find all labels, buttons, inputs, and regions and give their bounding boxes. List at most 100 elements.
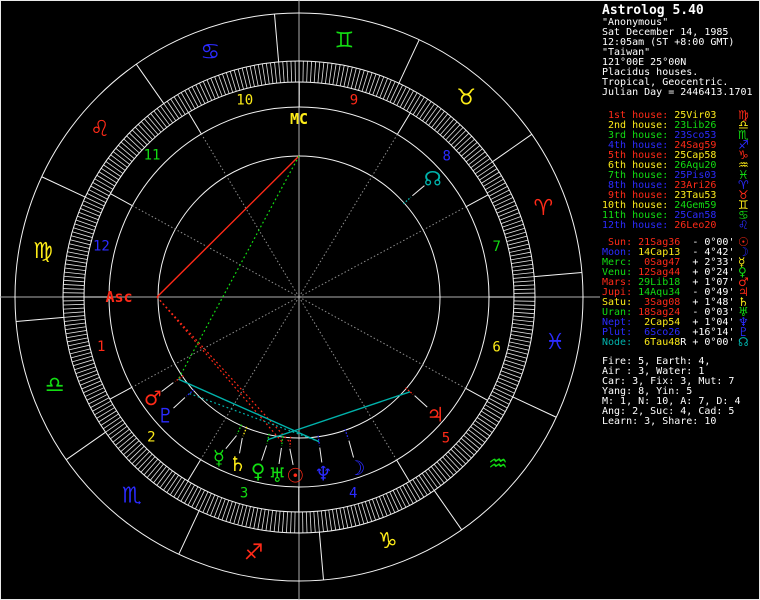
planet-degree-marker bbox=[186, 389, 195, 397]
planet-glyph-satu: ♄ bbox=[229, 452, 247, 476]
degree-tick bbox=[81, 380, 102, 390]
degree-tick bbox=[306, 61, 308, 83]
sign-boundary bbox=[534, 271, 582, 278]
degree-tick bbox=[488, 186, 508, 197]
degree-tick bbox=[491, 391, 512, 402]
planet-glyph-merc: ☿ bbox=[213, 445, 225, 469]
degree-tick bbox=[65, 330, 87, 335]
house-number-8: 8 bbox=[442, 148, 450, 164]
degree-tick bbox=[206, 79, 216, 100]
degree-tick bbox=[83, 200, 103, 210]
house-cusp-spoke bbox=[200, 133, 300, 298]
degree-tick bbox=[253, 65, 259, 86]
degree-tick bbox=[368, 500, 377, 521]
sign-boundary bbox=[135, 63, 165, 104]
degree-tick bbox=[64, 267, 86, 272]
degree-tick bbox=[477, 164, 495, 178]
degree-tick bbox=[94, 403, 113, 416]
planet-degree-marker bbox=[242, 426, 248, 437]
degree-tick bbox=[245, 66, 252, 88]
degree-tick bbox=[490, 394, 510, 405]
degree-tick bbox=[510, 251, 531, 257]
degree-tick bbox=[512, 268, 534, 272]
degree-tick bbox=[286, 61, 289, 83]
degree-tick bbox=[80, 208, 100, 217]
degree-tick bbox=[368, 73, 377, 94]
degree-tick bbox=[372, 75, 381, 96]
degree-tick bbox=[202, 493, 212, 513]
degree-tick bbox=[188, 88, 199, 108]
degree-tick bbox=[217, 498, 226, 519]
degree-tick bbox=[199, 82, 209, 103]
sign-glyph-aries: ♈ bbox=[534, 196, 554, 221]
house-number-4: 4 bbox=[349, 486, 357, 502]
degree-tick bbox=[257, 64, 263, 86]
degree-tick bbox=[68, 247, 89, 253]
degree-tick bbox=[419, 101, 432, 120]
house-cusp-segment bbox=[396, 459, 410, 482]
degree-tick bbox=[88, 394, 108, 405]
planet-glyph-sun: ☉ bbox=[286, 464, 304, 488]
house-cusp-segment bbox=[109, 386, 133, 400]
house-number-3: 3 bbox=[240, 485, 248, 501]
planet-velocity: + 0°00' bbox=[692, 337, 735, 348]
asc-label: Asc bbox=[105, 288, 132, 306]
planet-pointer-line bbox=[289, 448, 294, 465]
degree-tick bbox=[245, 506, 251, 527]
degree-tick bbox=[346, 506, 353, 528]
degree-tick bbox=[265, 63, 270, 85]
planet-pointer-line bbox=[161, 382, 174, 392]
degree-tick bbox=[371, 498, 380, 519]
degree-tick bbox=[321, 62, 325, 84]
degree-tick bbox=[66, 333, 88, 339]
degree-tick bbox=[184, 90, 196, 110]
degree-tick bbox=[269, 510, 274, 532]
degree-tick bbox=[77, 215, 98, 224]
planet-degree-marker bbox=[403, 196, 412, 205]
degree-tick bbox=[253, 507, 259, 529]
degree-tick bbox=[509, 341, 530, 347]
degree-tick bbox=[249, 66, 255, 87]
house-cusp-spoke bbox=[298, 134, 398, 298]
degree-tick bbox=[305, 511, 308, 533]
degree-tick bbox=[396, 488, 407, 508]
degree-tick bbox=[481, 410, 500, 423]
degree-tick bbox=[191, 488, 202, 508]
degree-tick bbox=[486, 182, 506, 194]
planet-degree-marker bbox=[289, 436, 292, 447]
planet-pointer-line bbox=[412, 185, 425, 197]
degree-tick bbox=[500, 216, 521, 225]
degree-tick bbox=[493, 197, 514, 207]
degree-tick bbox=[65, 326, 87, 331]
degree-tick bbox=[78, 211, 99, 221]
degree-tick bbox=[396, 86, 407, 106]
planet-glyph-venu: ♀ bbox=[251, 459, 266, 483]
mc-label: MC bbox=[290, 110, 308, 128]
degree-tick bbox=[166, 474, 179, 493]
degree-tick bbox=[180, 92, 193, 111]
degree-tick bbox=[67, 337, 88, 343]
degree-tick bbox=[328, 63, 333, 85]
degree-tick bbox=[402, 484, 414, 504]
degree-tick bbox=[498, 377, 518, 386]
degree-tick bbox=[499, 373, 520, 383]
degree-tick bbox=[290, 61, 293, 83]
degree-tick bbox=[75, 219, 96, 228]
degree-tick bbox=[310, 61, 312, 83]
house-cusp-spoke bbox=[132, 205, 300, 298]
degree-tick bbox=[85, 196, 105, 207]
degree-tick bbox=[202, 81, 213, 101]
house-cusp-list: 1st house: 25Vir03 ♍ 2nd house: 23Lib26 ♎ … bbox=[602, 109, 760, 231]
degree-tick bbox=[96, 407, 115, 419]
degree-tick bbox=[379, 78, 388, 98]
sign-boundary bbox=[492, 133, 533, 163]
degree-tick bbox=[98, 410, 117, 423]
planet-label: Node: bbox=[602, 337, 639, 348]
degree-tick bbox=[393, 84, 404, 105]
planet-degree-marker bbox=[236, 424, 243, 435]
degree-tick bbox=[66, 255, 88, 260]
house-cusp-segment bbox=[465, 387, 488, 401]
degree-tick bbox=[332, 509, 337, 531]
degree-tick bbox=[69, 243, 90, 249]
degree-tick bbox=[79, 376, 100, 386]
